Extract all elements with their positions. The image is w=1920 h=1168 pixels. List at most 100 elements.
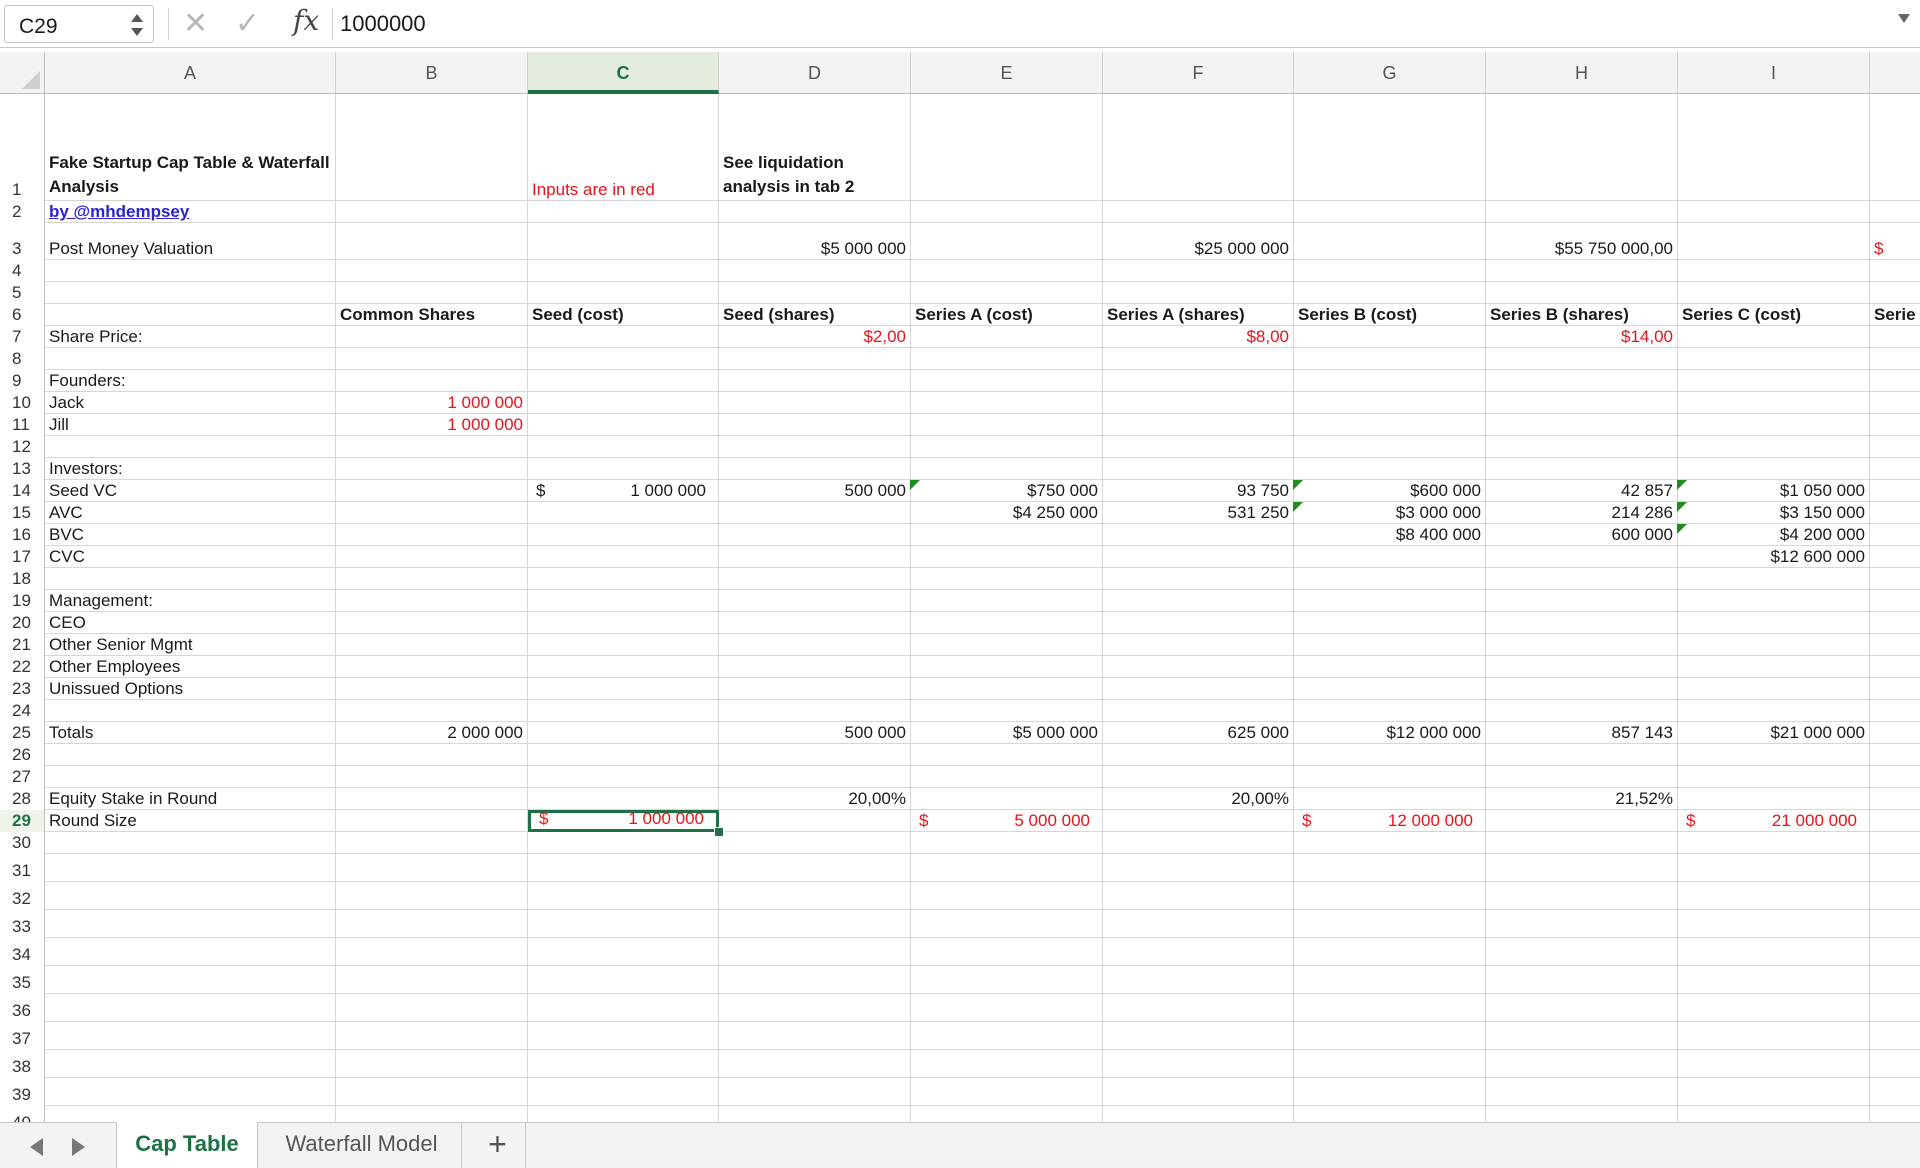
cell-a9[interactable]: Founders: <box>45 370 336 392</box>
cell-d1[interactable]: See liquidation analysis in tab 2 <box>719 94 911 201</box>
cell-j38[interactable] <box>1870 1050 1920 1078</box>
cell-a7[interactable]: Share Price: <box>45 326 336 348</box>
cell-b21[interactable] <box>336 634 528 656</box>
cell-c38[interactable] <box>528 1050 719 1078</box>
cell-i36[interactable] <box>1678 994 1870 1022</box>
cell-j23[interactable] <box>1870 678 1920 700</box>
cell-a33[interactable] <box>45 910 336 938</box>
cell-f30[interactable] <box>1103 832 1294 854</box>
cell-d9[interactable] <box>719 370 911 392</box>
cell-j37[interactable] <box>1870 1022 1920 1050</box>
cell-g22[interactable] <box>1294 656 1486 678</box>
cell-a29[interactable]: Round Size <box>45 810 336 832</box>
cell-h16[interactable]: 600 000 <box>1486 524 1687 546</box>
cell-f4[interactable] <box>1103 260 1294 282</box>
cell-b18[interactable] <box>336 568 528 590</box>
cell-d10[interactable] <box>719 392 911 414</box>
cell-h9[interactable] <box>1486 370 1678 392</box>
row-header[interactable]: 8 <box>0 348 45 370</box>
cell-f26[interactable] <box>1103 744 1294 766</box>
cell-c28[interactable] <box>528 788 719 810</box>
chevron-down-icon[interactable] <box>1898 14 1910 23</box>
row-header[interactable]: 12 <box>0 436 45 458</box>
cell-g3[interactable] <box>1294 223 1486 260</box>
cell-c30[interactable] <box>528 832 719 854</box>
cell-e33[interactable] <box>911 910 1103 938</box>
row-header[interactable]: 16 <box>0 524 45 546</box>
cell-a2[interactable]: by @mhdempsey <box>45 201 336 223</box>
cell-h23[interactable] <box>1486 678 1678 700</box>
cell-e34[interactable] <box>911 938 1103 966</box>
cell-a17[interactable]: CVC <box>45 546 336 568</box>
cell-i35[interactable] <box>1678 966 1870 994</box>
cell-e16[interactable] <box>911 524 1103 546</box>
cell-e4[interactable] <box>911 260 1103 282</box>
cell-f27[interactable] <box>1103 766 1294 788</box>
cell-h2[interactable] <box>1486 201 1678 223</box>
column-header[interactable]: I <box>1678 52 1870 94</box>
cell-h28[interactable]: 21,52% <box>1486 788 1678 810</box>
cell-g23[interactable] <box>1294 678 1486 700</box>
cell-d35[interactable] <box>719 966 911 994</box>
cell-j28[interactable] <box>1870 788 1920 810</box>
cell-j33[interactable] <box>1870 910 1920 938</box>
cell-d6[interactable]: Seed (shares) <box>719 304 911 326</box>
cell-d34[interactable] <box>719 938 911 966</box>
cell-i10[interactable] <box>1678 392 1870 414</box>
cell-g40[interactable] <box>1294 1106 1486 1122</box>
cell-d15[interactable] <box>719 502 911 524</box>
cell-g19[interactable] <box>1294 590 1486 612</box>
cell-c33[interactable] <box>528 910 719 938</box>
cell-f28[interactable]: 20,00% <box>1103 788 1294 810</box>
cell-a5[interactable] <box>45 282 336 304</box>
cell-j7[interactable] <box>1870 326 1920 348</box>
cell-h37[interactable] <box>1486 1022 1678 1050</box>
cell-h25[interactable]: 857 143 <box>1486 722 1678 744</box>
cell-i11[interactable] <box>1678 414 1870 436</box>
cell-d8[interactable] <box>719 348 911 370</box>
cell-j3[interactable]: $ <box>1870 223 1920 260</box>
row-header[interactable]: 5 <box>0 282 45 304</box>
cell-d7[interactable]: $2,00 <box>719 326 911 348</box>
cell-e7[interactable] <box>911 326 1103 348</box>
cell-d16[interactable] <box>719 524 911 546</box>
chevron-right-icon[interactable] <box>72 1138 85 1156</box>
cell-i17[interactable]: $12 600 000 <box>1678 546 1870 568</box>
cell-b40[interactable] <box>336 1106 528 1122</box>
row-header[interactable]: 4 <box>0 260 45 282</box>
cell-j5[interactable] <box>1870 282 1920 304</box>
cell-g28[interactable] <box>1294 788 1486 810</box>
cell-f1[interactable] <box>1103 94 1294 201</box>
cell-i4[interactable] <box>1678 260 1870 282</box>
row-header[interactable]: 22 <box>0 656 45 678</box>
cell-f14[interactable]: 93 750 <box>1103 480 1303 502</box>
cell-g27[interactable] <box>1294 766 1486 788</box>
cell-h27[interactable] <box>1486 766 1678 788</box>
cell-e1[interactable] <box>911 94 1103 201</box>
cell-f35[interactable] <box>1103 966 1294 994</box>
cell-i12[interactable] <box>1678 436 1870 458</box>
cell-a23[interactable]: Unissued Options <box>45 678 336 700</box>
cell-d24[interactable] <box>719 700 911 722</box>
cell-a38[interactable] <box>45 1050 336 1078</box>
cell-d22[interactable] <box>719 656 911 678</box>
cell-d2[interactable] <box>719 201 911 223</box>
cell-h20[interactable] <box>1486 612 1678 634</box>
cell-i23[interactable] <box>1678 678 1870 700</box>
cell-g35[interactable] <box>1294 966 1486 994</box>
cell-e5[interactable] <box>911 282 1103 304</box>
cell-h19[interactable] <box>1486 590 1678 612</box>
cell-c21[interactable] <box>528 634 719 656</box>
cell-d29[interactable] <box>719 810 911 832</box>
cell-e35[interactable] <box>911 966 1103 994</box>
row-header[interactable]: 29 <box>0 810 45 832</box>
row-header[interactable]: 23 <box>0 678 45 700</box>
cell-a27[interactable] <box>45 766 336 788</box>
cell-b7[interactable] <box>336 326 528 348</box>
cell-g37[interactable] <box>1294 1022 1486 1050</box>
cell-e10[interactable] <box>911 392 1103 414</box>
cell-j18[interactable] <box>1870 568 1920 590</box>
cell-h35[interactable] <box>1486 966 1678 994</box>
cell-j6[interactable]: Serie <box>1870 304 1920 326</box>
cell-j24[interactable] <box>1870 700 1920 722</box>
